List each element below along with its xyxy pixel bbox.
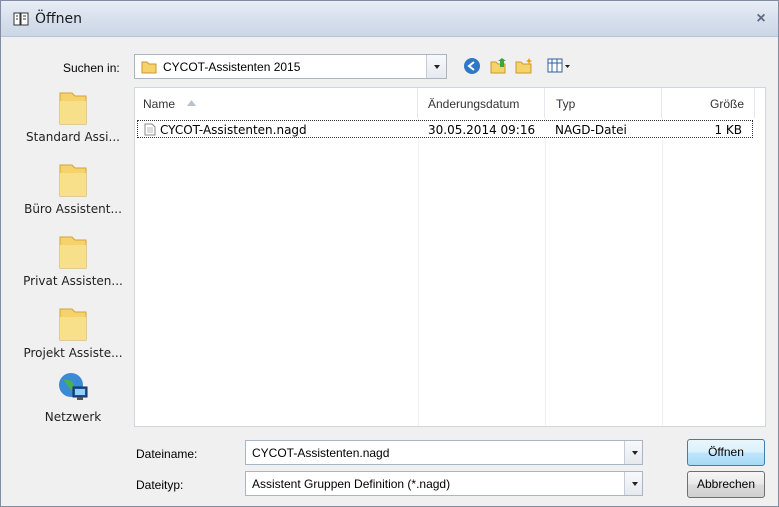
file-type: NAGD-Datei	[555, 123, 627, 137]
folder-icon	[59, 164, 87, 197]
folder-icon	[59, 308, 87, 341]
column-header-size[interactable]: Größe	[662, 88, 755, 118]
filetype-value: Assistent Gruppen Definition (*.nagd)	[252, 477, 451, 491]
folder-icon	[59, 92, 87, 125]
file-modified: 30.05.2014 09:16	[428, 123, 536, 137]
file-size: 1 KB	[714, 123, 742, 137]
column-divider	[662, 118, 663, 426]
file-icon	[144, 123, 156, 136]
network-icon	[59, 373, 88, 400]
column-header-label: Typ	[556, 97, 576, 111]
column-header-name[interactable]: Name	[135, 88, 418, 118]
close-button[interactable]: ×	[752, 10, 770, 28]
column-header-label: Größe	[709, 97, 744, 111]
places-bar: Standard Assi... Büro Assistent... Priva…	[19, 87, 127, 437]
cancel-button[interactable]: Abbrechen	[687, 471, 765, 498]
open-button[interactable]: Öffnen	[687, 439, 765, 466]
file-name: CYCOT-Assistenten.nagd	[160, 123, 307, 137]
column-header-date[interactable]: Änderungsdatum	[418, 88, 545, 118]
back-icon[interactable]	[463, 57, 481, 75]
view-menu-icon[interactable]	[547, 57, 571, 75]
place-label: Büro Assistent...	[24, 202, 122, 216]
column-divider	[545, 118, 546, 426]
folder-icon	[59, 236, 87, 269]
window-title: Öffnen	[35, 11, 83, 27]
title-bar[interactable]: Öffnen ×	[1, 1, 778, 37]
folder-icon	[141, 61, 157, 74]
column-header-type[interactable]: Typ	[545, 88, 662, 118]
place-label: Netzwerk	[44, 410, 102, 424]
file-list[interactable]: Name Änderungsdatum Typ Größe CYCOT-Assi…	[134, 87, 766, 427]
filename-field[interactable]: CYCOT-Assistenten.nagd	[245, 440, 643, 465]
column-header-label: Name	[143, 97, 176, 111]
place-label: Standard Assi...	[26, 130, 120, 144]
chevron-down-icon[interactable]	[624, 472, 642, 495]
filename-label: Dateiname:	[136, 447, 198, 461]
chevron-down-icon[interactable]	[426, 55, 446, 78]
chevron-down-icon[interactable]	[624, 441, 642, 464]
open-dialog: Öffnen × Suchen in: CYCOT-Assistenten 20…	[0, 0, 779, 507]
lookin-label: Suchen in:	[63, 61, 120, 75]
place-privat[interactable]: Privat Assisten...	[19, 231, 127, 288]
lookin-value: CYCOT-Assistenten 2015	[163, 60, 301, 74]
sort-ascending-icon	[187, 100, 196, 106]
place-label: Privat Assisten...	[23, 274, 123, 288]
place-buero[interactable]: Büro Assistent...	[19, 159, 127, 216]
filetype-label: Dateityp:	[136, 478, 184, 492]
place-netzwerk[interactable]: Netzwerk	[19, 369, 127, 424]
filename-value: CYCOT-Assistenten.nagd	[252, 446, 390, 460]
app-icon	[13, 12, 29, 26]
place-projekt[interactable]: Projekt Assiste...	[19, 303, 127, 360]
place-label: Projekt Assiste...	[23, 346, 123, 360]
column-header-label: Änderungsdatum	[428, 97, 520, 111]
place-standard[interactable]: Standard Assi...	[19, 87, 127, 144]
new-folder-icon[interactable]	[515, 57, 533, 75]
column-divider	[418, 118, 419, 426]
filetype-dropdown[interactable]: Assistent Gruppen Definition (*.nagd)	[245, 471, 643, 496]
up-folder-icon[interactable]	[489, 57, 507, 75]
lookin-dropdown[interactable]: CYCOT-Assistenten 2015	[134, 54, 447, 79]
file-row[interactable]: CYCOT-Assistenten.nagd 30.05.2014 09:16 …	[137, 120, 753, 138]
